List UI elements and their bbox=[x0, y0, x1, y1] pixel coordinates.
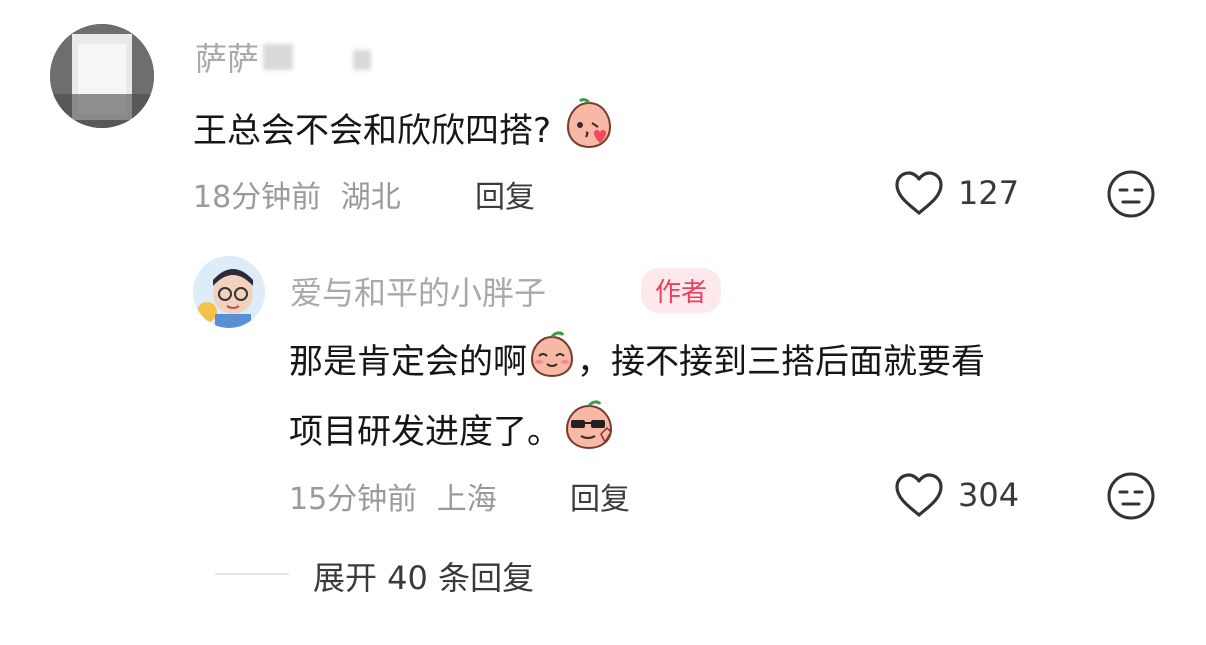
kiss-heart-emoji-icon bbox=[562, 97, 616, 168]
heart-outline-icon bbox=[895, 473, 943, 517]
neutral-face-icon bbox=[1107, 472, 1155, 520]
reply-avatar[interactable] bbox=[193, 256, 265, 328]
avatar-image bbox=[193, 256, 265, 328]
reply-time: 15分钟前 bbox=[289, 482, 418, 517]
reply-reply-button[interactable]: 回复 bbox=[570, 474, 630, 518]
dislike-button[interactable] bbox=[1105, 168, 1157, 224]
reply-text-line-1: 那是肯定会的啊 ，接不接到三搭后面就要看 bbox=[289, 330, 985, 397]
author-badge: 作者 bbox=[641, 268, 722, 313]
expand-divider bbox=[215, 573, 289, 575]
shy-smile-emoji-icon bbox=[527, 330, 577, 397]
reply-meta: 15分钟前 上海 bbox=[289, 474, 497, 518]
commenter-avatar[interactable] bbox=[50, 24, 154, 128]
reply-text-line-2: 项目研发进度了。 bbox=[289, 398, 617, 469]
heart-outline-icon bbox=[895, 171, 943, 215]
expand-replies-button[interactable]: 展开 40 条回复 bbox=[313, 553, 534, 599]
comment-time: 18分钟前 bbox=[193, 180, 322, 215]
reply-dislike-button[interactable] bbox=[1105, 470, 1157, 526]
comment-location: 湖北 bbox=[340, 180, 401, 215]
like-button[interactable] bbox=[893, 170, 945, 220]
commenter-username[interactable]: 萨萨 bbox=[195, 34, 372, 80]
like-count: 127 bbox=[958, 174, 1020, 212]
reply-location: 上海 bbox=[436, 482, 497, 517]
avatar-image bbox=[50, 24, 154, 128]
reply-button[interactable]: 回复 bbox=[475, 172, 535, 216]
reply-like-button[interactable] bbox=[893, 472, 945, 522]
neutral-face-icon bbox=[1107, 170, 1155, 218]
sunglasses-emoji-icon bbox=[561, 398, 617, 469]
username-blur bbox=[263, 44, 294, 70]
reply-username[interactable]: 爱与和平的小胖子 bbox=[290, 268, 546, 314]
reply-like-count: 304 bbox=[958, 476, 1020, 514]
comment-meta: 18分钟前 湖北 bbox=[193, 172, 401, 216]
username-blur-2 bbox=[353, 50, 372, 70]
comment-text: 王总会不会和欣欣四搭? bbox=[193, 97, 616, 168]
